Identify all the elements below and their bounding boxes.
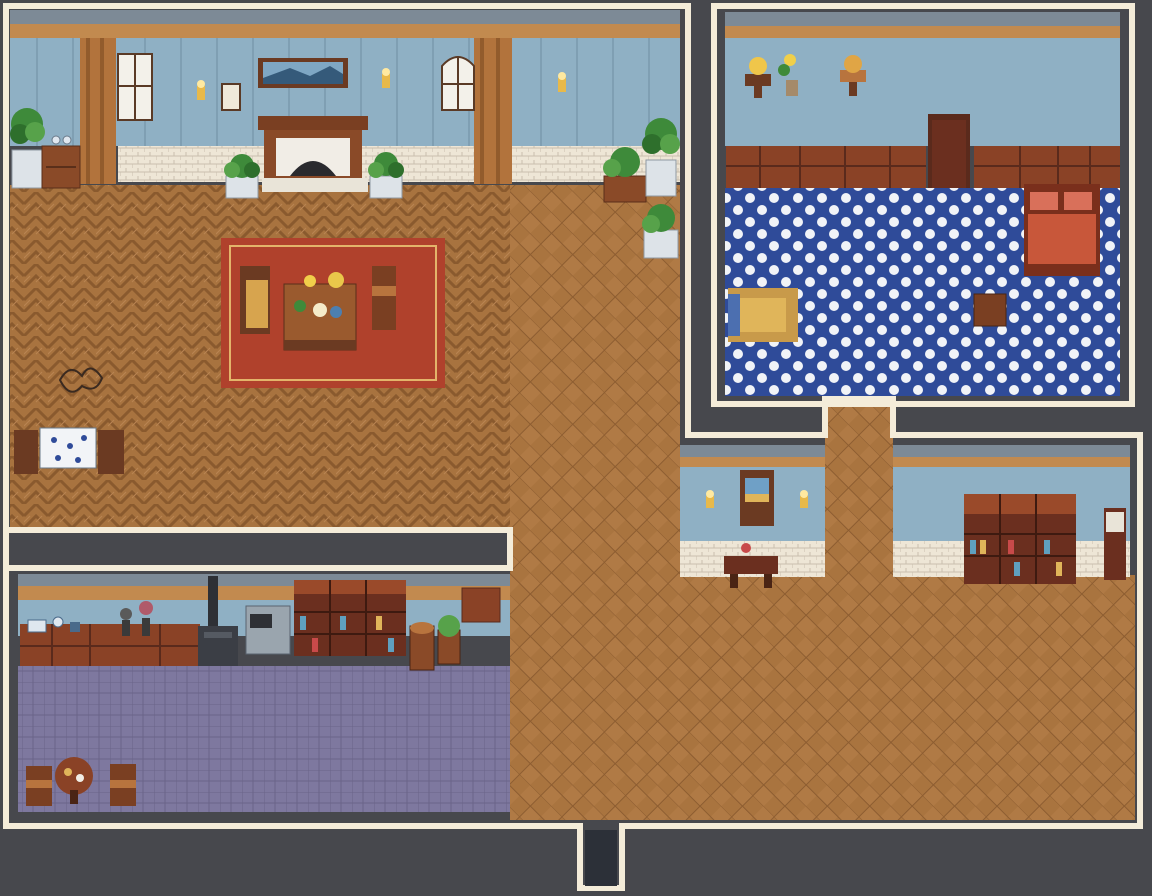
- library-wall-top: [893, 445, 1130, 457]
- game-map: [3, 3, 1143, 891]
- dining-bench[interactable]: [98, 430, 124, 474]
- wall-sconce: [382, 68, 390, 88]
- entrance-doorway[interactable]: [585, 830, 617, 886]
- kitchen-chair[interactable]: [110, 764, 136, 806]
- wall-sconce: [706, 490, 714, 508]
- wall-sconce: [800, 490, 808, 508]
- oven[interactable]: [245, 605, 291, 655]
- corridor-floor: [825, 398, 893, 578]
- study-wall-top: [680, 445, 825, 457]
- bookshelf[interactable]: [964, 494, 1076, 584]
- curtain-left: [80, 38, 116, 184]
- bedroom-door[interactable]: [928, 114, 970, 192]
- kitchen-wall-top: [18, 574, 510, 586]
- dining-bench[interactable]: [14, 430, 38, 474]
- card-table[interactable]: [39, 427, 97, 469]
- bedroom-wall-top: [725, 12, 1120, 26]
- small-portrait: [221, 83, 241, 111]
- framed-picture: [740, 470, 774, 526]
- kitchen-shelf[interactable]: [294, 580, 406, 656]
- potted-plant[interactable]: [10, 108, 45, 189]
- window-left: [117, 53, 153, 121]
- hall-floor-left: [510, 430, 680, 820]
- nightstand[interactable]: [973, 293, 1007, 327]
- wall-sconce: [197, 80, 205, 100]
- low-cabinet[interactable]: [726, 146, 926, 188]
- bedroom-wall: [725, 38, 1120, 146]
- window-right: [441, 56, 475, 111]
- library-door[interactable]: [1104, 508, 1126, 580]
- wall-cabinet[interactable]: [461, 587, 501, 623]
- bed[interactable]: [1024, 184, 1100, 276]
- potted-plant[interactable]: [437, 615, 461, 665]
- wooden-chair[interactable]: [372, 266, 396, 330]
- wall-sconce: [558, 72, 566, 92]
- armchair[interactable]: [240, 266, 270, 334]
- hall-floor: [680, 575, 1135, 820]
- sofa[interactable]: [728, 288, 798, 342]
- side-cabinet[interactable]: [41, 145, 81, 189]
- landscape-painting: [258, 58, 348, 88]
- barrel[interactable]: [409, 622, 435, 671]
- fireplace[interactable]: [258, 116, 368, 192]
- kitchen-floor: [18, 666, 510, 812]
- curtain-right: [474, 38, 512, 184]
- low-cabinet[interactable]: [974, 146, 1120, 188]
- kitchen-counter[interactable]: [20, 624, 200, 666]
- kitchen-chair[interactable]: [26, 766, 52, 806]
